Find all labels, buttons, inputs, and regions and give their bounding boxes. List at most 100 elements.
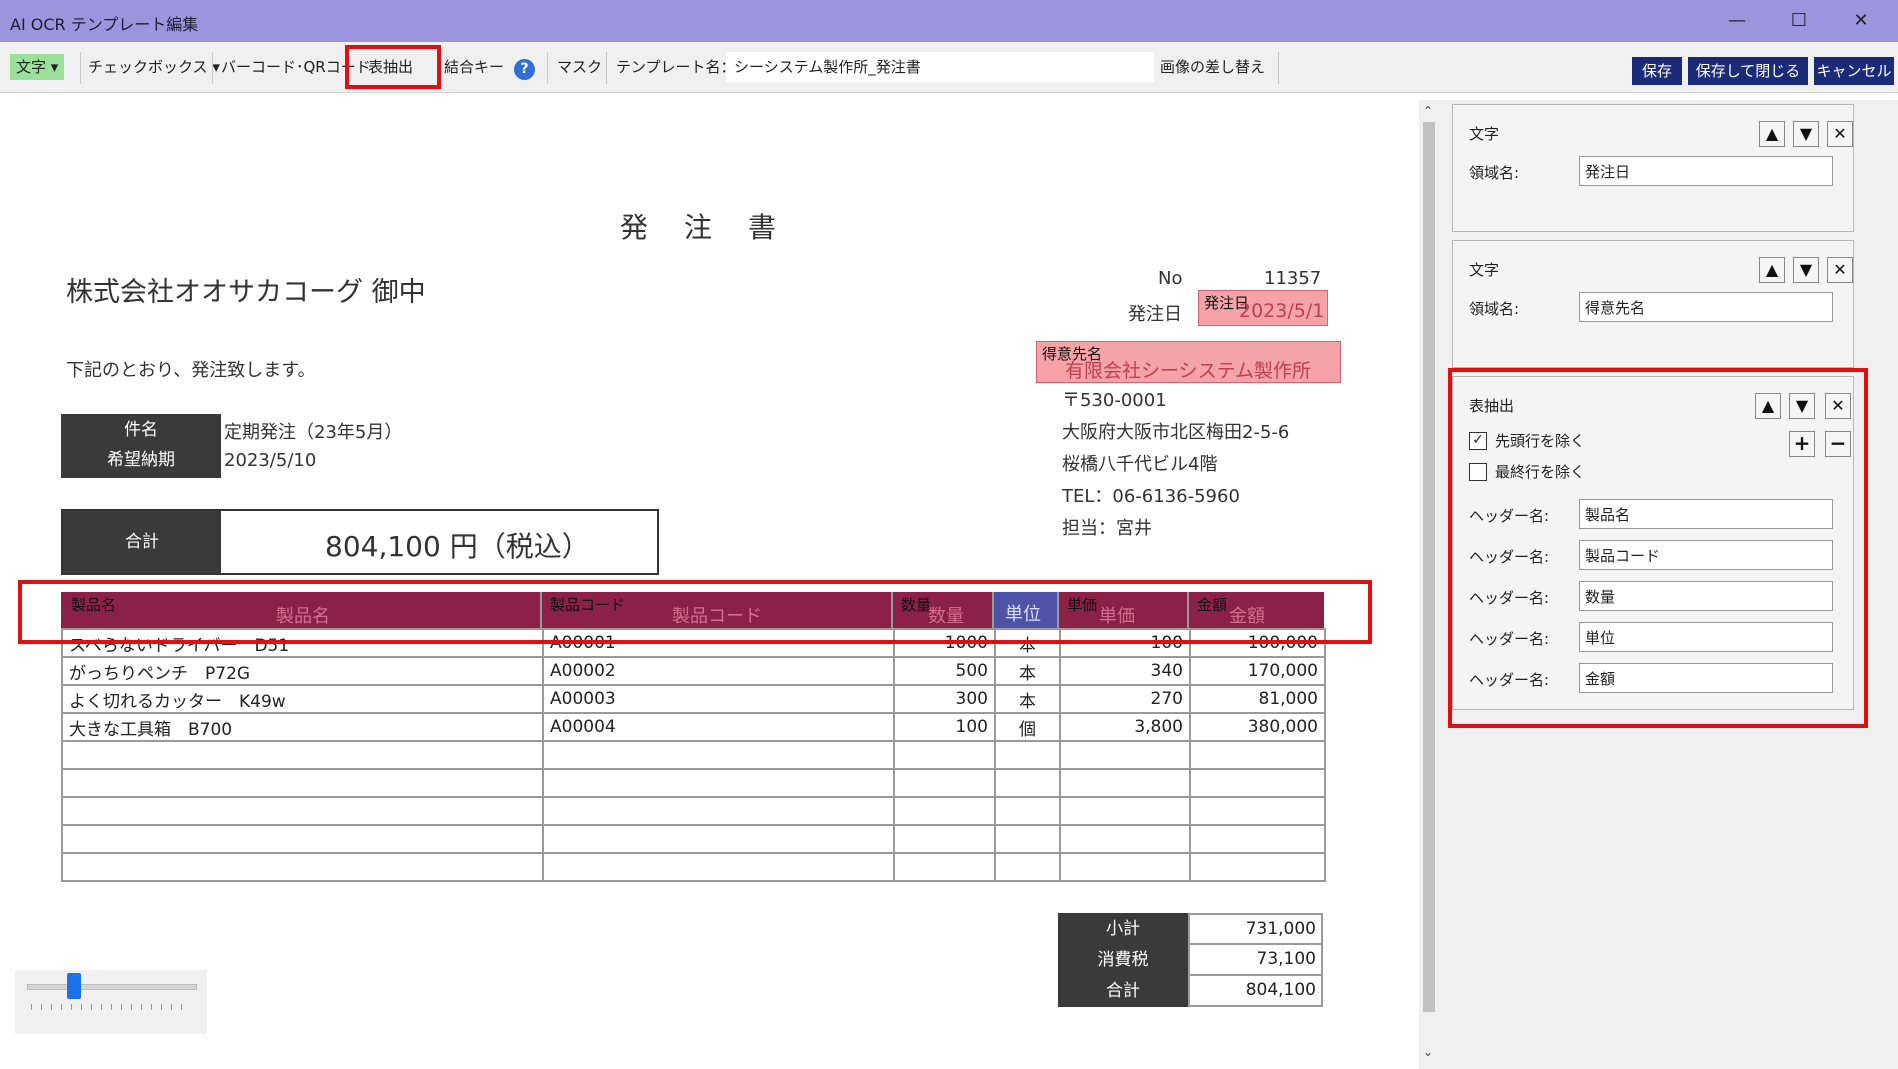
vertical-scrollbar[interactable]: ⌃ ⌄ bbox=[1419, 100, 1439, 1069]
due-label: 希望納期 bbox=[107, 450, 175, 470]
separator bbox=[606, 52, 607, 84]
cell-amount: 81,000 bbox=[1189, 684, 1326, 714]
doc-title: 発 注 書 bbox=[620, 211, 781, 244]
remove-icon[interactable]: ✕ bbox=[1827, 257, 1853, 283]
table-row: よく切れるカッター K49w A00003 300 本 270 81,000 bbox=[61, 684, 1326, 714]
cell-empty bbox=[1059, 796, 1191, 826]
maximize-button[interactable]: ☐ bbox=[1776, 6, 1822, 36]
scroll-up-icon[interactable]: ⌃ bbox=[1423, 104, 1433, 118]
region-name-input[interactable]: 発注日 bbox=[1579, 156, 1833, 186]
table-row-empty bbox=[61, 796, 1326, 826]
cell-product: 大きな工具箱 B700 bbox=[61, 712, 544, 742]
close-button[interactable]: ✕ bbox=[1838, 6, 1884, 36]
window-title: AI OCR テンプレート編集 bbox=[10, 15, 199, 34]
cell-empty bbox=[893, 796, 996, 826]
remove-icon[interactable]: ✕ bbox=[1827, 121, 1853, 147]
save-button[interactable]: 保存 bbox=[1632, 57, 1682, 85]
table-header-highlight bbox=[18, 580, 1372, 644]
cell-empty bbox=[1059, 852, 1191, 882]
order-date-value: 2023/5/1 bbox=[1239, 300, 1325, 322]
zoom-slider-track bbox=[27, 984, 197, 990]
cell-empty bbox=[1189, 824, 1326, 854]
cell-empty bbox=[994, 852, 1061, 882]
move-down-icon[interactable]: ▼ bbox=[1793, 257, 1819, 283]
cell-unit: 個 bbox=[994, 712, 1061, 742]
cell-empty bbox=[1189, 740, 1326, 770]
table-row: 大きな工具箱 B700 A00004 100 個 3,800 380,000 bbox=[61, 712, 1326, 742]
tax-value: 73,100 bbox=[1188, 945, 1323, 976]
cell-empty bbox=[893, 740, 996, 770]
help-icon[interactable]: ? bbox=[514, 59, 535, 80]
cell-empty bbox=[893, 824, 996, 854]
cell-empty bbox=[61, 824, 544, 854]
minimize-button[interactable]: — bbox=[1714, 6, 1760, 36]
cell-empty bbox=[994, 796, 1061, 826]
cell-price: 3,800 bbox=[1059, 712, 1191, 742]
move-up-icon[interactable]: ▲ bbox=[1759, 121, 1785, 147]
due-value: 2023/5/10 bbox=[224, 450, 317, 471]
cell-empty bbox=[994, 824, 1061, 854]
total-value: 804,100 円（税込） bbox=[325, 530, 590, 563]
cell-empty bbox=[542, 796, 895, 826]
region-name-input[interactable]: 得意先名 bbox=[1579, 292, 1833, 322]
cell-price: 340 bbox=[1059, 656, 1191, 686]
grand-total-label: 合計 bbox=[1058, 976, 1188, 1007]
move-up-icon[interactable]: ▲ bbox=[1759, 257, 1785, 283]
region-card-order-date: 文字 ▲ ▼ ✕ 領域名: 発注日 bbox=[1452, 104, 1854, 232]
cell-empty bbox=[994, 768, 1061, 798]
cancel-button[interactable]: キャンセル bbox=[1814, 57, 1894, 85]
person-in-charge: 担当：宮井 bbox=[1062, 518, 1152, 539]
subject-label: 件名 bbox=[124, 420, 158, 440]
cell-code: A00004 bbox=[542, 712, 895, 742]
cell-price: 270 bbox=[1059, 684, 1191, 714]
address-line-1: 大阪府大阪市北区梅田2-5-6 bbox=[1062, 422, 1290, 443]
text-dropdown[interactable]: 文字 ▾ bbox=[10, 54, 65, 80]
cell-empty bbox=[1059, 740, 1191, 770]
address-line-2: 桜橋八千代ビル4階 bbox=[1062, 454, 1218, 475]
customer-region[interactable]: 得意先名 有限会社シーシステム製作所 bbox=[1036, 341, 1341, 383]
replace-image-button[interactable]: 画像の差し替え bbox=[1160, 56, 1265, 78]
subtotal-value: 731,000 bbox=[1188, 913, 1323, 945]
move-down-icon[interactable]: ▼ bbox=[1793, 121, 1819, 147]
table-row-empty bbox=[61, 824, 1326, 854]
scroll-down-icon[interactable]: ⌄ bbox=[1423, 1045, 1433, 1059]
join-key-button[interactable]: 結合キー bbox=[444, 56, 504, 78]
checkbox-dropdown[interactable]: チェックボックス ▾ bbox=[88, 56, 220, 78]
cell-empty bbox=[1059, 768, 1191, 798]
toolbar: 文字 ▾ チェックボックス ▾ バーコード･QRコード 表抽出 結合キー ? マ… bbox=[0, 42, 1898, 93]
table-row-empty bbox=[61, 852, 1326, 882]
cell-product: がっちりペンチ P72G bbox=[61, 656, 544, 686]
cell-qty: 500 bbox=[893, 656, 996, 686]
order-date-region[interactable]: 発注日 2023/5/1 bbox=[1198, 290, 1328, 326]
title-bar: AI OCR テンプレート編集 — ☐ ✕ bbox=[0, 0, 1898, 42]
table-row-empty bbox=[61, 740, 1326, 770]
cell-amount: 170,000 bbox=[1189, 656, 1326, 686]
zoom-slider[interactable] bbox=[15, 970, 207, 1034]
separator bbox=[80, 52, 81, 84]
card-type: 文字 bbox=[1469, 261, 1500, 279]
separator bbox=[547, 52, 548, 84]
mask-button[interactable]: マスク bbox=[557, 56, 602, 78]
separator bbox=[212, 52, 213, 84]
save-close-button[interactable]: 保存して閉じる bbox=[1688, 57, 1808, 85]
table-extract-card-highlight bbox=[1448, 368, 1868, 728]
table-extract-button[interactable]: 表抽出 bbox=[368, 56, 413, 78]
subject-value: 定期発注（23年5月） bbox=[224, 422, 403, 443]
scrollbar-thumb[interactable] bbox=[1423, 122, 1435, 1012]
table-row: がっちりペンチ P72G A00002 500 本 340 170,000 bbox=[61, 656, 1326, 686]
no-label: No bbox=[1158, 268, 1183, 289]
cell-empty bbox=[61, 796, 544, 826]
region-name-label: 領域名: bbox=[1469, 300, 1520, 318]
cell-empty bbox=[893, 852, 996, 882]
recipient: 株式会社オオサカコーグ 御中 bbox=[66, 277, 426, 308]
cell-product: よく切れるカッター K49w bbox=[61, 684, 544, 714]
cell-code: A00003 bbox=[542, 684, 895, 714]
zoom-slider-thumb[interactable] bbox=[67, 973, 82, 999]
cell-code: A00002 bbox=[542, 656, 895, 686]
tax-label: 消費税 bbox=[1058, 945, 1188, 976]
template-name-input[interactable]: シーシステム製作所_発注書 bbox=[726, 52, 1154, 82]
cell-empty bbox=[61, 768, 544, 798]
intro-text: 下記のとおり、発注致します。 bbox=[66, 360, 316, 381]
cell-empty bbox=[542, 852, 895, 882]
separator bbox=[1278, 52, 1279, 84]
